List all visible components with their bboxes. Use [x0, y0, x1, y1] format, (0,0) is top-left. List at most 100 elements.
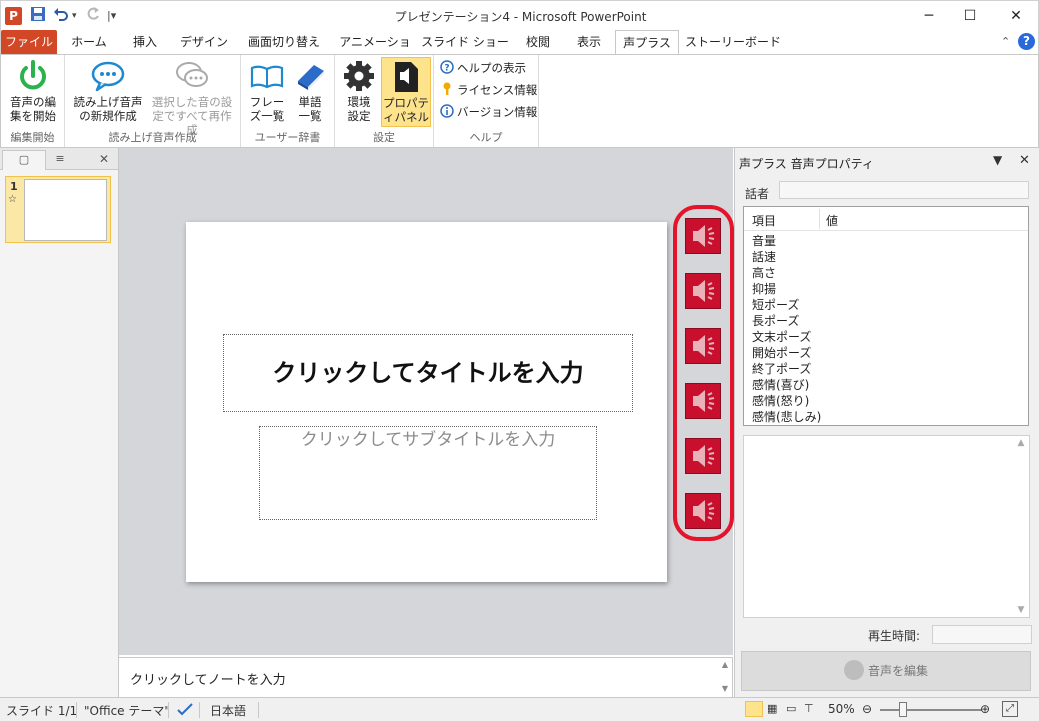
playtime-field — [932, 625, 1032, 644]
playtime-label: 再生時間: — [868, 629, 921, 643]
group-label-settings: 設定 — [373, 131, 395, 144]
property-row-volume[interactable]: 音量 — [752, 232, 776, 249]
collapse-ribbon-icon[interactable]: ⌃ — [1001, 35, 1010, 48]
slide-sorter-icon[interactable]: ▦ — [767, 702, 777, 715]
tab-home[interactable]: ホーム — [63, 30, 115, 54]
property-row-emotion-anger[interactable]: 感情(怒り) — [752, 392, 809, 409]
slides-tab-icon[interactable]: ▢ — [2, 150, 46, 170]
open-book-icon — [250, 65, 284, 89]
fit-to-window-icon[interactable]: ⤢ — [1002, 701, 1018, 717]
slide-thumbnail-selected[interactable] — [5, 176, 111, 243]
property-row-pitch[interactable]: 高さ — [752, 264, 776, 281]
pane-options-icon[interactable]: ▼ — [993, 153, 1002, 167]
voice-property-pane: 声プラス 音声プロパティ ▼ ✕ 話者 項目 値 音量 話速 高さ 抑揚 短ポー… — [734, 148, 1039, 697]
property-table-header: 項目 値 — [744, 207, 1028, 231]
tab-review[interactable]: 校閲 — [515, 30, 561, 54]
close-window-button[interactable]: ✕ — [996, 5, 1036, 27]
license-info-label: ライセンス情報 — [457, 83, 538, 97]
speaker-icon[interactable] — [685, 438, 721, 474]
tab-storyboard[interactable]: ストーリーボード — [685, 30, 781, 54]
zoom-slider-thumb[interactable] — [899, 702, 907, 717]
slide-number: 1 — [10, 180, 18, 193]
edit-voice-label: 音声を編集 — [867, 664, 928, 678]
slide-canvas[interactable]: クリックしてタイトルを入力 クリックしてサブタイトルを入力 — [186, 222, 667, 582]
maximize-button[interactable]: ☐ — [950, 5, 990, 27]
speech-bubbles-icon — [176, 62, 208, 87]
property-row-short-pause[interactable]: 短ポーズ — [752, 296, 799, 313]
text-area-scrollbar[interactable]: ▲ ▼ — [1013, 436, 1029, 617]
edit-voice-icon — [843, 660, 864, 680]
speaker-icon[interactable] — [685, 328, 721, 364]
task-pane-title: 声プラス 音声プロパティ — [739, 157, 874, 171]
help-icon[interactable]: ? — [1018, 33, 1035, 50]
notes-scroll-up-icon[interactable]: ▲ — [722, 660, 728, 669]
regen-selected-button[interactable]: 選択した音の設定ですべて再作成 — [147, 57, 237, 137]
speaker-field[interactable] — [779, 181, 1029, 199]
minimize-button[interactable]: ─ — [909, 5, 949, 27]
start-edit-button[interactable]: 音声の編集を開始 — [5, 57, 61, 123]
tab-transitions[interactable]: 画面切り替え — [241, 30, 327, 54]
property-row-end-pause[interactable]: 終了ポーズ — [752, 360, 811, 377]
speaker-icon[interactable] — [685, 493, 721, 529]
zoom-slider[interactable] — [880, 709, 982, 711]
ribbon: 音声の編集を開始 編集開始 読み上げ音声の新規作成 選択した音の設定ですべて再作… — [0, 54, 1039, 148]
phrase-list-button[interactable]: フレーズ一覧 — [245, 57, 289, 123]
group-label-edit-start: 編集開始 — [10, 131, 55, 144]
word-list-button[interactable]: 単語一覧 — [289, 57, 331, 123]
property-row-emotion-sadness[interactable]: 感情(悲しみ) — [752, 408, 821, 425]
property-row-sentence-end-pause[interactable]: 文末ポーズ — [752, 328, 811, 345]
property-row-start-pause[interactable]: 開始ポーズ — [752, 344, 811, 361]
tab-view[interactable]: 表示 — [567, 30, 611, 54]
property-row-speed[interactable]: 話速 — [752, 248, 776, 265]
outline-tab-icon[interactable]: ≡ — [46, 150, 74, 170]
speaker-icon[interactable] — [685, 273, 721, 309]
subtitle-placeholder[interactable]: クリックしてサブタイトルを入力 — [259, 426, 597, 520]
env-settings-button[interactable]: 環境設定 — [339, 57, 379, 123]
slide-count: スライド 1/1 — [6, 704, 78, 718]
new-voice-button[interactable]: 読み上げ音声の新規作成 — [69, 57, 147, 123]
tab-file[interactable]: ファイル — [1, 30, 57, 54]
title-placeholder[interactable]: クリックしてタイトルを入力 — [223, 334, 633, 412]
voice-text-area[interactable]: ▲ ▼ — [743, 435, 1030, 618]
slideshow-view-icon[interactable]: ⊤ — [804, 702, 814, 715]
group-edit-start: 音声の編集を開始 編集開始 — [1, 55, 65, 147]
svg-text:?: ? — [444, 64, 449, 74]
zoom-in-icon[interactable]: ⊕ — [980, 702, 990, 716]
scroll-down-icon[interactable]: ▼ — [1013, 605, 1029, 615]
column-value: 値 — [826, 214, 839, 228]
property-panel-icon — [395, 62, 418, 92]
scroll-up-icon[interactable]: ▲ — [1013, 438, 1029, 448]
property-row-long-pause[interactable]: 長ポーズ — [752, 312, 799, 329]
tab-design[interactable]: デザイン — [173, 30, 235, 54]
normal-view-icon[interactable] — [745, 701, 763, 717]
show-help-label: ヘルプの表示 — [457, 61, 526, 75]
property-row-emotion-joy[interactable]: 感情(喜び) — [752, 376, 809, 393]
tab-insert[interactable]: 挿入 — [121, 30, 169, 54]
theme-name[interactable]: "Office テーマ" — [84, 702, 170, 719]
tab-animations[interactable]: アニメーション — [335, 30, 415, 73]
notes-pane[interactable]: クリックしてノートを入力 ▲ ▼ — [119, 657, 733, 697]
power-icon — [20, 60, 46, 90]
language[interactable]: 日本語 — [210, 702, 246, 719]
slide-transition-star: ☆ — [8, 194, 17, 205]
close-task-pane-icon[interactable]: ✕ — [1019, 153, 1030, 168]
group-label-create: 読み上げ音声作成 — [108, 131, 197, 144]
show-help-button[interactable]: ? ヘルプの表示 — [440, 59, 526, 77]
version-info-button[interactable]: バージョン情報 — [440, 103, 537, 121]
zoom-level[interactable]: 50% — [828, 702, 855, 716]
speaker-icon[interactable] — [685, 383, 721, 419]
license-info-button[interactable]: ライセンス情報 — [440, 81, 537, 99]
close-pane-icon[interactable]: ✕ — [96, 150, 112, 170]
property-row-intonation[interactable]: 抑揚 — [752, 280, 776, 297]
speaker-icon[interactable] — [685, 218, 721, 254]
tab-slideshow[interactable]: スライド ショー — [421, 30, 509, 54]
zoom-out-icon[interactable]: ⊖ — [862, 702, 872, 716]
tab-koeplus[interactable]: 声プラス — [615, 30, 679, 55]
column-item: 項目 — [752, 214, 777, 228]
property-panel-button[interactable]: プロパティパネル — [381, 57, 431, 127]
edit-voice-button[interactable]: 音声を編集 — [741, 651, 1031, 691]
spellcheck-icon[interactable] — [176, 702, 194, 719]
start-edit-label: 音声の編集を開始 — [10, 95, 56, 123]
notes-scroll-down-icon[interactable]: ▼ — [722, 684, 728, 693]
reading-view-icon[interactable]: ▭ — [786, 702, 796, 715]
